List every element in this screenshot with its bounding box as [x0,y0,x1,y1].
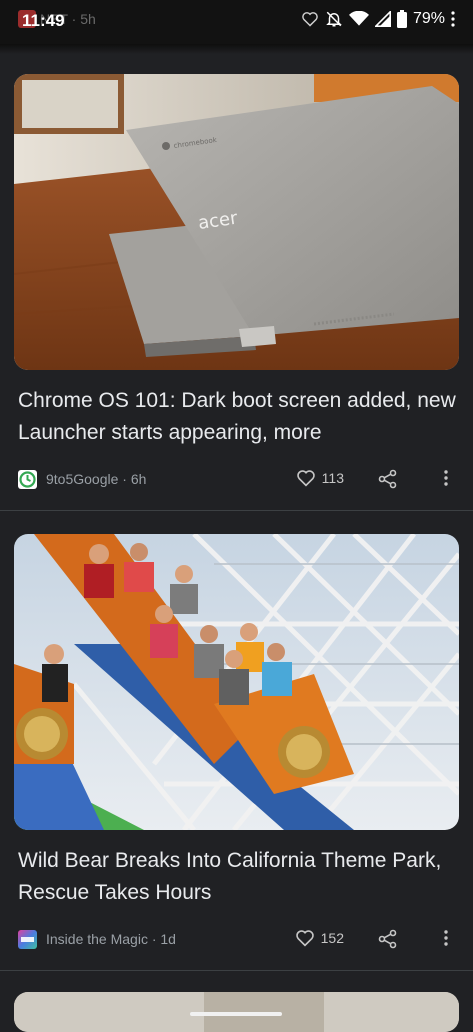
share-icon[interactable] [378,469,398,489]
more-options-icon[interactable] [444,929,448,947]
article-meta: 9to5Google · 6h 113 [18,467,458,491]
status-icons: 79% [301,10,455,28]
heart-icon [296,470,315,487]
wifi-icon [348,11,369,26]
itm-logo-icon [18,929,37,949]
like-count: 152 [320,930,344,946]
home-gesture-bar[interactable] [190,1012,282,1016]
signal-icon [374,11,391,27]
article-image[interactable]: chromebook acer [14,74,459,370]
battery-percent: 79% [412,10,445,27]
status-bar: NET · 5h 11:49 79% [0,0,473,44]
source-and-age[interactable]: Inside the Magic · 1d [46,931,176,947]
like-button[interactable]: 152 [295,929,344,947]
battery-icon [396,10,407,28]
status-time: 11:49 [22,11,65,30]
notifications-off-icon [326,11,342,27]
more-dots-icon [451,11,455,27]
article-title[interactable]: Chrome OS 101: Dark boot screen added, n… [18,385,458,449]
card-divider [0,510,473,511]
more-options-icon[interactable] [444,469,448,487]
share-icon[interactable] [378,929,398,949]
like-count: 113 [321,470,344,486]
clock-green-icon [18,469,37,489]
heart-icon [295,930,314,947]
article-meta: Inside the Magic · 1d 152 [18,927,458,951]
status-bar-shadow [0,44,473,54]
card-divider [0,970,473,971]
article-title[interactable]: Wild Bear Breaks Into California Theme P… [18,845,458,909]
article-image[interactable] [14,534,459,830]
like-button[interactable]: 113 [296,469,344,487]
heart-outline-icon [302,12,318,27]
source-and-age[interactable]: 9to5Google · 6h [46,471,146,487]
